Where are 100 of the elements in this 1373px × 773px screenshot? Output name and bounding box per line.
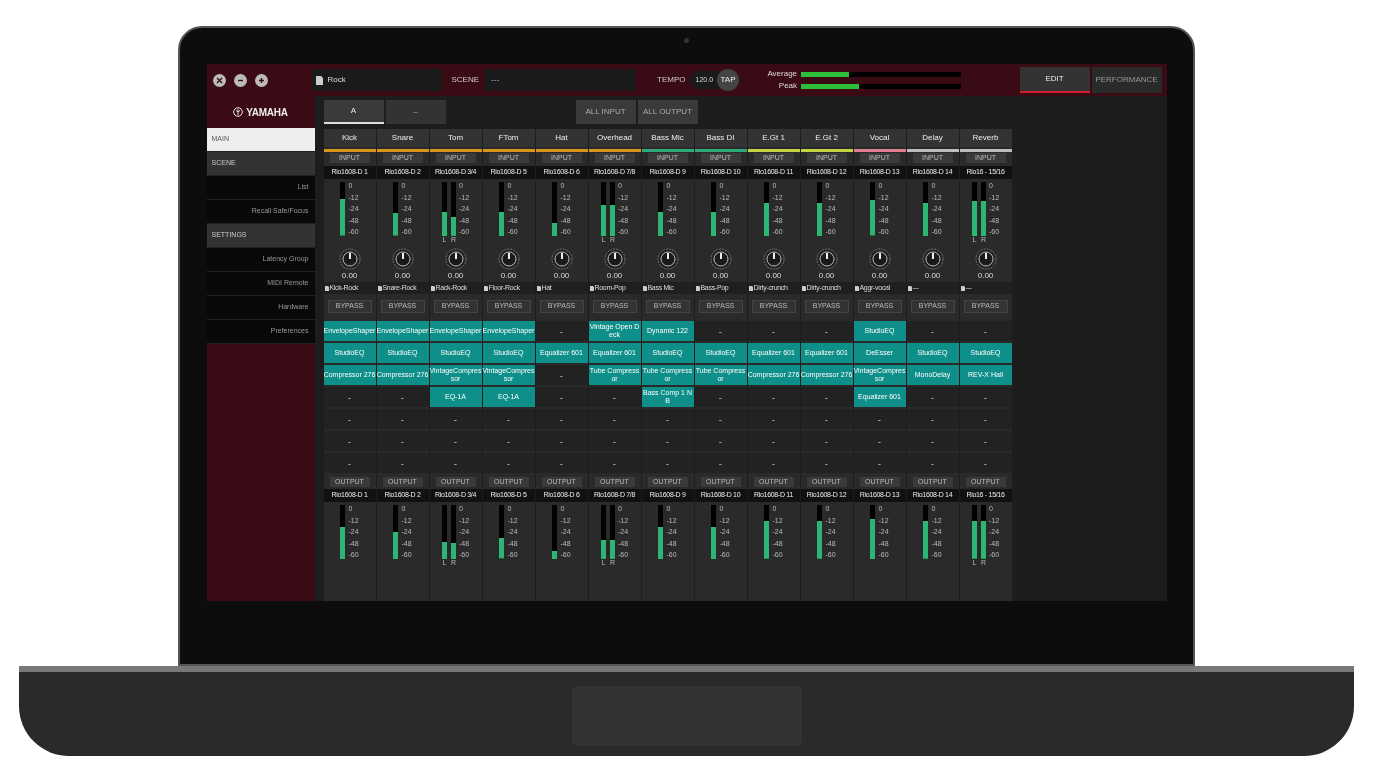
tap-button[interactable]: TAP [717,69,740,91]
empty-insert-slot[interactable]: - [376,453,429,473]
empty-insert-slot[interactable]: - [906,453,959,473]
knob-value: 0.00 [817,271,836,280]
close-icon[interactable] [212,73,226,87]
empty-insert-slot[interactable]: - [535,321,588,341]
empty-insert-slot[interactable]: - [323,409,376,429]
knob[interactable] [974,248,997,270]
scene-field[interactable]: --- [485,69,636,91]
empty-insert-slot[interactable]: - [535,365,588,385]
file-field[interactable]: Rock [311,69,442,91]
tempo-label: TEMPO [657,74,686,86]
empty-insert-slot[interactable]: - [323,387,376,407]
empty-insert-slot[interactable]: - [588,387,641,407]
empty-insert-slot[interactable]: - [694,431,747,451]
empty-insert-slot[interactable]: - [694,321,747,341]
empty-insert-slot[interactable]: - [535,453,588,473]
empty-insert-slot[interactable]: - [694,409,747,429]
empty-insert-slot[interactable]: - [959,409,1012,429]
knob[interactable] [444,248,467,270]
empty-insert-slot[interactable]: - [959,321,1012,341]
empty-insert-slot[interactable]: - [853,409,906,429]
channel-name[interactable]: Hat [535,129,588,147]
empty-insert-slot[interactable]: - [535,431,588,451]
knob-value: 0.00 [446,271,465,280]
empty-insert-slot[interactable]: - [747,453,800,473]
empty-insert-slot[interactable]: - [853,431,906,451]
minimize-icon[interactable] [233,73,247,87]
empty-insert-slot[interactable]: - [323,431,376,451]
knob[interactable] [868,248,891,270]
empty-insert-slot[interactable]: - [747,387,800,407]
empty-insert-slot[interactable]: - [800,409,853,429]
channel-name[interactable]: Delay [906,129,959,147]
channel-name[interactable]: Vocal [853,129,906,147]
empty-insert-slot[interactable]: - [535,409,588,429]
empty-insert-slot[interactable]: - [482,409,535,429]
knob[interactable] [709,248,732,270]
knob[interactable] [921,248,944,270]
mode-tab[interactable]: PERFORMANCE [1091,67,1162,93]
empty-insert-slot[interactable]: - [588,409,641,429]
empty-insert-slot[interactable]: - [800,453,853,473]
meter-label: Peak [777,81,798,91]
empty-insert-slot[interactable]: - [906,387,959,407]
meter-label: Average [766,69,798,79]
knob[interactable] [762,248,785,270]
channel-name[interactable]: E.Gt 2 [800,129,853,147]
channel-name[interactable]: Bass Mic [641,129,694,147]
empty-insert-slot[interactable]: - [376,431,429,451]
channel-name[interactable]: Kick [323,129,376,147]
rack-button[interactable]: ALL INPUT [575,100,636,124]
empty-insert-slot[interactable]: - [906,321,959,341]
empty-insert-slot[interactable]: - [747,321,800,341]
knob[interactable] [497,248,520,270]
knob[interactable] [391,248,414,270]
empty-insert-slot[interactable]: - [800,387,853,407]
empty-insert-slot[interactable]: - [482,453,535,473]
empty-insert-slot[interactable]: - [641,453,694,473]
empty-insert-slot[interactable]: - [853,453,906,473]
empty-insert-slot[interactable]: - [641,409,694,429]
empty-insert-slot[interactable]: - [429,453,482,473]
empty-insert-slot[interactable]: - [429,431,482,451]
channel-name[interactable]: Overhead [588,129,641,147]
channel-name[interactable]: E.Gt 1 [747,129,800,147]
empty-insert-slot[interactable]: - [747,431,800,451]
mode-tab[interactable]: EDIT [1019,67,1090,93]
empty-insert-slot[interactable]: - [959,387,1012,407]
rack-tab[interactable]: A [323,100,384,124]
empty-insert-slot[interactable]: - [641,431,694,451]
knob[interactable] [603,248,626,270]
knob[interactable] [338,248,361,270]
empty-insert-slot[interactable]: - [376,409,429,429]
knob[interactable] [656,248,679,270]
empty-insert-slot[interactable]: - [800,321,853,341]
empty-insert-slot[interactable]: - [535,387,588,407]
rack-tab[interactable]: – [385,100,446,124]
channel-name[interactable]: FTom [482,129,535,147]
channel-name[interactable]: Snare [376,129,429,147]
rack-button[interactable]: ALL OUTPUT [637,100,698,124]
empty-insert-slot[interactable]: - [959,431,1012,451]
maximize-icon[interactable] [254,73,268,87]
empty-insert-slot[interactable]: - [800,431,853,451]
knob[interactable] [550,248,573,270]
empty-insert-slot[interactable]: - [694,453,747,473]
channel-name[interactable]: Bass DI [694,129,747,147]
knob-value: 0.00 [658,271,677,280]
channel-name[interactable]: Reverb [959,129,1012,147]
empty-insert-slot[interactable]: - [429,409,482,429]
channel-name[interactable]: Tom [429,129,482,147]
empty-insert-slot[interactable]: - [747,409,800,429]
knob[interactable] [815,248,838,270]
empty-insert-slot[interactable]: - [588,453,641,473]
empty-insert-slot[interactable]: - [694,387,747,407]
empty-insert-slot[interactable]: - [959,453,1012,473]
empty-insert-slot[interactable]: - [906,409,959,429]
empty-insert-slot[interactable]: - [376,387,429,407]
empty-insert-slot[interactable]: - [482,431,535,451]
knob-value: 0.00 [552,271,571,280]
empty-insert-slot[interactable]: - [906,431,959,451]
empty-insert-slot[interactable]: - [323,453,376,473]
empty-insert-slot[interactable]: - [588,431,641,451]
